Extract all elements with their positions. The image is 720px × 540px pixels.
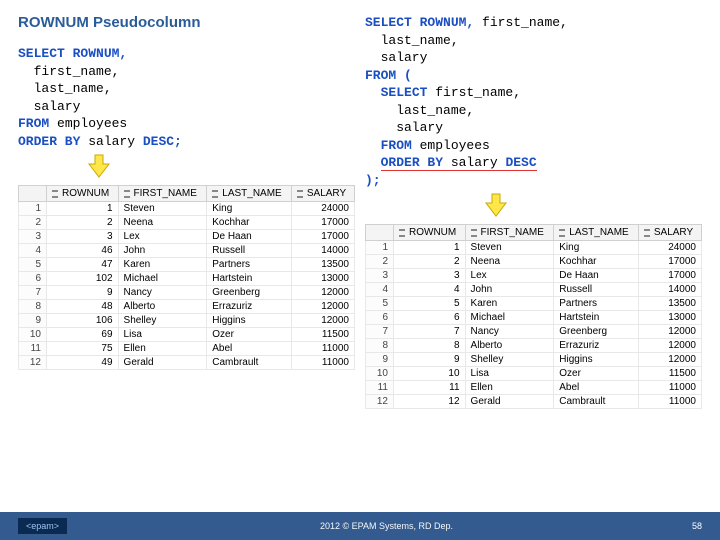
col-last-name: LAST_NAME (207, 186, 292, 202)
table-row: 9106ShelleyHiggins12000 (19, 314, 355, 328)
right-column: SELECT ROWNUM, first_name, last_name, sa… (365, 14, 702, 409)
row-index-header (19, 186, 47, 202)
table-row: 88AlbertoErrazuriz12000 (366, 339, 702, 353)
table-row: 6102MichaelHartstein13000 (19, 272, 355, 286)
left-column: ROWNUM Pseudocolumn SELECT ROWNUM, first… (18, 14, 355, 409)
table-row: 22NeenaKochhar17000 (366, 255, 702, 269)
table-row: 1175EllenAbel11000 (19, 342, 355, 356)
left-sql-code: SELECT ROWNUM, first_name, last_name, sa… (18, 45, 355, 150)
table-row: 1212GeraldCambrault11000 (366, 395, 702, 409)
col-rownum: ROWNUM (47, 186, 119, 202)
col-salary: SALARY (638, 225, 701, 241)
slide-title: ROWNUM Pseudocolumn (18, 14, 355, 31)
table-row: 1010LisaOzer11500 (366, 367, 702, 381)
right-sql-code: SELECT ROWNUM, first_name, last_name, sa… (365, 14, 702, 189)
table-row: 44JohnRussell14000 (366, 283, 702, 297)
epam-logo: <epam> (18, 518, 67, 534)
footer-bar: <epam> 2012 © EPAM Systems, RD Dep. 58 (0, 512, 720, 540)
arrow-down-icon (18, 154, 355, 181)
col-first-name: FIRST_NAME (465, 225, 554, 241)
table-row: 446JohnRussell14000 (19, 244, 355, 258)
table-row: 1249GeraldCambrault11000 (19, 356, 355, 370)
table-row: 547KarenPartners13500 (19, 258, 355, 272)
slide-body: ROWNUM Pseudocolumn SELECT ROWNUM, first… (0, 0, 720, 449)
col-last-name: LAST_NAME (554, 225, 639, 241)
col-salary: SALARY (291, 186, 354, 202)
right-result-table: ROWNUM FIRST_NAME LAST_NAME SALARY 11Ste… (365, 224, 702, 409)
page-number: 58 (692, 521, 702, 531)
table-row: 22NeenaKochhar17000 (19, 216, 355, 230)
col-first-name: FIRST_NAME (118, 186, 207, 202)
table-row: 33LexDe Haan17000 (19, 230, 355, 244)
table-row: 66MichaelHartstein13000 (366, 311, 702, 325)
col-rownum: ROWNUM (394, 225, 466, 241)
table-row: 11StevenKing24000 (19, 202, 355, 216)
table-row: 1069LisaOzer11500 (19, 328, 355, 342)
table-row: 55KarenPartners13500 (366, 297, 702, 311)
table-row: 848AlbertoErrazuriz12000 (19, 300, 355, 314)
arrow-down-icon (365, 193, 702, 220)
copyright-text: 2012 © EPAM Systems, RD Dep. (81, 521, 692, 531)
table-row: 77NancyGreenberg12000 (366, 325, 702, 339)
table-row: 33LexDe Haan17000 (366, 269, 702, 283)
table-row: 11StevenKing24000 (366, 241, 702, 255)
row-index-header (366, 225, 394, 241)
table-row: 79NancyGreenberg12000 (19, 286, 355, 300)
table-row: 1111EllenAbel11000 (366, 381, 702, 395)
table-row: 99ShelleyHiggins12000 (366, 353, 702, 367)
left-result-table: ROWNUM FIRST_NAME LAST_NAME SALARY 11Ste… (18, 185, 355, 370)
